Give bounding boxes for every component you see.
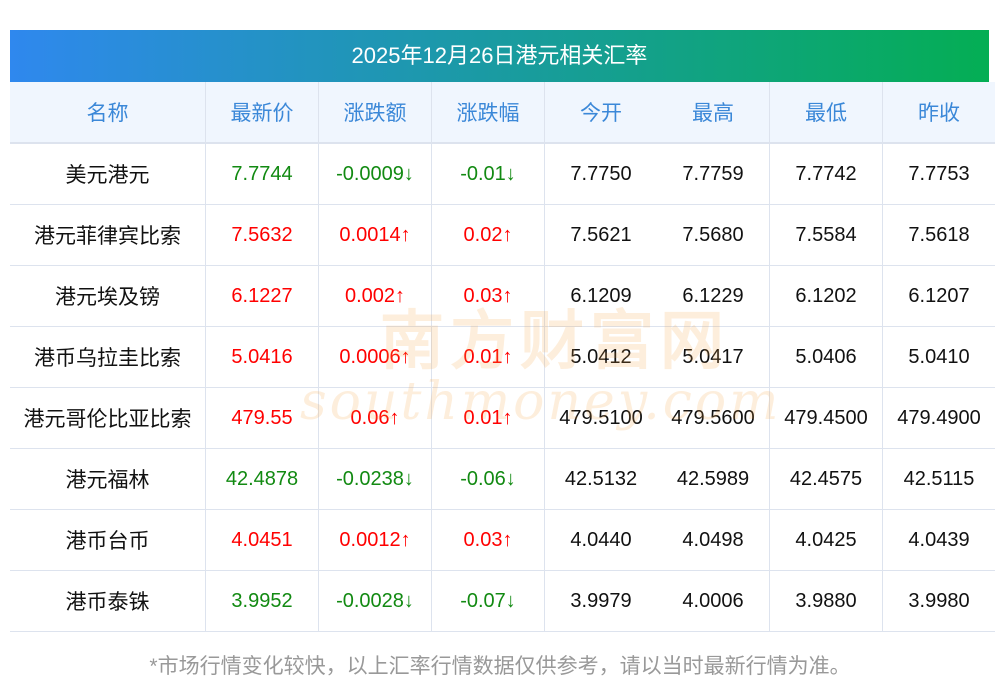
cell-pct: 0.03↑ <box>431 509 545 571</box>
cell-prev: 3.9980 <box>882 570 995 632</box>
cell-latest: 4.0451 <box>205 509 319 571</box>
cell-change: 0.002↑ <box>318 265 432 327</box>
column-header: 名称 <box>10 82 206 144</box>
cell-change: 0.0014↑ <box>318 204 432 266</box>
table-header-row: 名称 最新价 涨跌额 涨跌幅 今开 最高 最低 昨收 <box>10 82 995 144</box>
cell-open: 3.9979 <box>544 570 657 632</box>
cell-high: 5.0417 <box>657 326 770 388</box>
cell-open: 5.0412 <box>544 326 657 388</box>
cell-change: -0.0028↓ <box>318 570 432 632</box>
table-row: 美元港元 7.7744 -0.0009↓ -0.01↓ 7.7750 7.7759 7.77… <box>10 143 995 205</box>
table-row: 港元菲律宾比索 7.5632 0.0014↑ 0.02↑ 7.5621 7.5680 7.5… <box>10 204 995 266</box>
cell-low: 7.5584 <box>769 204 883 266</box>
cell-pct: 0.03↑ <box>431 265 545 327</box>
cell-change: 0.0006↑ <box>318 326 432 388</box>
table-row: 港币乌拉圭比索 5.0416 0.0006↑ 0.01↑ 5.0412 5.0417 5.0… <box>10 326 995 388</box>
cell-low: 3.9880 <box>769 570 883 632</box>
cell-prev: 4.0439 <box>882 509 995 571</box>
cell-latest: 7.5632 <box>205 204 319 266</box>
cell-latest: 479.55 <box>205 387 319 449</box>
column-header: 涨跌额 <box>318 82 432 144</box>
cell-latest: 3.9952 <box>205 570 319 632</box>
cell-pct: -0.06↓ <box>431 448 545 510</box>
table-title: 2025年12月26日港元相关汇率 <box>10 30 989 82</box>
cell-prev: 5.0410 <box>882 326 995 388</box>
cell-high: 6.1229 <box>657 265 770 327</box>
cell-low: 5.0406 <box>769 326 883 388</box>
table-row: 港元哥伦比亚比索 479.55 0.06↑ 0.01↑ 479.5100 479.5600… <box>10 387 995 449</box>
table-row: 港元福林 42.4878 -0.0238↓ -0.06↓ 42.5132 42.5989 4… <box>10 448 995 510</box>
cell-low: 4.0425 <box>769 509 883 571</box>
cell-open: 7.5621 <box>544 204 657 266</box>
table-row: 港元埃及镑 6.1227 0.002↑ 0.03↑ 6.1209 6.1229 6.1202… <box>10 265 995 327</box>
cell-prev: 42.5115 <box>882 448 995 510</box>
cell-prev: 479.4900 <box>882 387 995 449</box>
cell-pct: 0.01↑ <box>431 326 545 388</box>
cell-high: 479.5600 <box>657 387 770 449</box>
cell-prev: 6.1207 <box>882 265 995 327</box>
cell-name: 美元港元 <box>10 143 206 205</box>
cell-name: 港币泰铢 <box>10 570 206 632</box>
cell-name: 港币台币 <box>10 509 206 571</box>
cell-name: 港元埃及镑 <box>10 265 206 327</box>
cell-name: 港元哥伦比亚比索 <box>10 387 206 449</box>
cell-low: 42.4575 <box>769 448 883 510</box>
cell-open: 4.0440 <box>544 509 657 571</box>
column-header: 今开 <box>544 82 657 144</box>
cell-high: 7.5680 <box>657 204 770 266</box>
cell-change: 0.0012↑ <box>318 509 432 571</box>
cell-pct: 0.01↑ <box>431 387 545 449</box>
column-header: 涨跌幅 <box>431 82 545 144</box>
exchange-rate-table: 名称 最新价 涨跌额 涨跌幅 今开 最高 最低 昨收 美元港元 7.7744 -0.0009↓ -0… <box>10 82 995 632</box>
cell-latest: 42.4878 <box>205 448 319 510</box>
cell-high: 4.0498 <box>657 509 770 571</box>
cell-name: 港币乌拉圭比索 <box>10 326 206 388</box>
cell-open: 479.5100 <box>544 387 657 449</box>
column-header: 最低 <box>769 82 883 144</box>
cell-open: 6.1209 <box>544 265 657 327</box>
cell-open: 42.5132 <box>544 448 657 510</box>
cell-high: 4.0006 <box>657 570 770 632</box>
cell-low: 6.1202 <box>769 265 883 327</box>
cell-pct: -0.07↓ <box>431 570 545 632</box>
cell-latest: 7.7744 <box>205 143 319 205</box>
cell-change: 0.06↑ <box>318 387 432 449</box>
cell-latest: 6.1227 <box>205 265 319 327</box>
column-header: 最新价 <box>205 82 319 144</box>
cell-low: 7.7742 <box>769 143 883 205</box>
cell-latest: 5.0416 <box>205 326 319 388</box>
cell-low: 479.4500 <box>769 387 883 449</box>
table-row: 港币台币 4.0451 0.0012↑ 0.03↑ 4.0440 4.0498 4.0425… <box>10 509 995 571</box>
cell-name: 港元福林 <box>10 448 206 510</box>
cell-pct: 0.02↑ <box>431 204 545 266</box>
disclaimer-text: *市场行情变化较快，以上汇率行情数据仅供参考，请以当时最新行情为准。 <box>149 655 851 678</box>
cell-open: 7.7750 <box>544 143 657 205</box>
cell-high: 42.5989 <box>657 448 770 510</box>
column-header: 昨收 <box>882 82 995 144</box>
cell-name: 港元菲律宾比索 <box>10 204 206 266</box>
cell-change: -0.0009↓ <box>318 143 432 205</box>
cell-prev: 7.5618 <box>882 204 995 266</box>
cell-pct: -0.01↓ <box>431 143 545 205</box>
cell-prev: 7.7753 <box>882 143 995 205</box>
cell-high: 7.7759 <box>657 143 770 205</box>
cell-change: -0.0238↓ <box>318 448 432 510</box>
column-header: 最高 <box>657 82 770 144</box>
table-row: 港币泰铢 3.9952 -0.0028↓ -0.07↓ 3.9979 4.0006 3.98… <box>10 570 995 632</box>
